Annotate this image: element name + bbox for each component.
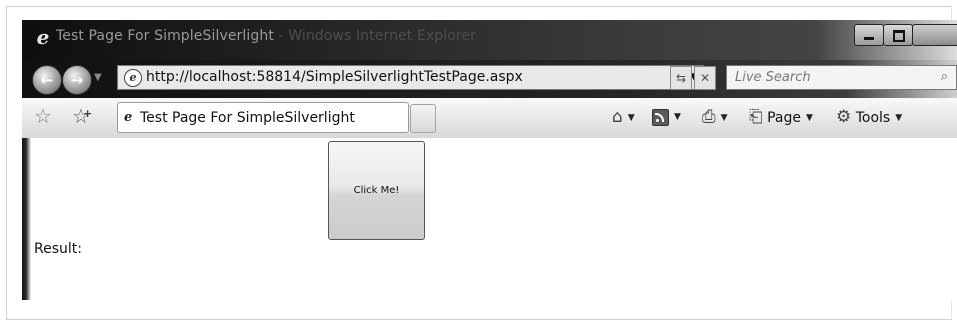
gear-icon: ⚙ [836, 107, 852, 127]
home-dropdown-icon[interactable]: ▼ [628, 113, 635, 123]
forward-arrow-icon: → [70, 71, 84, 89]
page-menu-dropdown-icon: ▼ [805, 113, 813, 123]
window-title: Test Page For SimpleSilverlight - Window… [56, 28, 476, 44]
tools-menu-button[interactable]: ⚙ Tools ▼ [836, 105, 902, 129]
close-button[interactable] [912, 24, 957, 46]
search-icon[interactable]: ⌕ [941, 69, 948, 84]
stop-icon: ✕ [699, 71, 711, 85]
search-placeholder: Live Search [735, 70, 811, 85]
minimize-button[interactable] [854, 24, 884, 46]
window-edge-shadow [22, 138, 31, 300]
click-me-button[interactable]: Click Me! [328, 141, 425, 240]
title-bar: e Test Page For SimpleSilverlight - Wind… [22, 20, 957, 60]
ie-logo-icon: e [36, 25, 50, 49]
new-tab-button[interactable] [410, 104, 436, 133]
refresh-button[interactable]: ⇆ [670, 66, 692, 90]
tools-menu-label: Tools [855, 110, 891, 126]
feeds-dropdown-icon[interactable]: ▼ [674, 112, 681, 122]
search-input[interactable]: Live Search ⌕ [726, 65, 957, 90]
tab-page-icon: e [124, 110, 133, 125]
browser-window: e Test Page For SimpleSilverlight - Wind… [22, 20, 957, 300]
address-bar[interactable]: e http://localhost:58814/SimpleSilverlig… [117, 65, 704, 90]
print-dropdown-icon[interactable]: ▼ [721, 113, 728, 123]
command-tab-bar: ☆ ☆ e Test Page For SimpleSilverlight ⌂▼… [22, 98, 957, 139]
click-me-label: Click Me! [353, 185, 400, 196]
home-button[interactable]: ⌂ ▼ [612, 105, 635, 129]
tab-label: Test Page For SimpleSilverlight [140, 110, 355, 126]
address-url[interactable]: http://localhost:58814/SimpleSilverlight… [146, 69, 523, 85]
forward-button[interactable]: → [62, 65, 92, 95]
add-favorites-icon[interactable]: ☆ [72, 104, 92, 126]
home-icon: ⌂ [612, 107, 623, 127]
maximize-button[interactable] [883, 24, 913, 46]
recent-pages-dropdown[interactable]: ▼ [94, 72, 102, 83]
tools-menu-dropdown-icon: ▼ [895, 113, 903, 123]
feeds-icon [652, 108, 669, 126]
refresh-icon: ⇆ [675, 71, 687, 85]
back-button[interactable]: ← [32, 65, 62, 95]
page-icon: ⎗ [749, 107, 763, 127]
page-content [22, 138, 957, 300]
page-menu-button[interactable]: ⎗ Page ▼ [749, 105, 813, 129]
feeds-button[interactable]: ▼ [652, 105, 681, 129]
printer-icon: ⎙ [702, 107, 716, 127]
tab-current[interactable]: e Test Page For SimpleSilverlight [117, 102, 409, 133]
page-icon: e [124, 69, 142, 87]
navigation-bar: ← → ▼ e http://localhost:58814/SimpleSil… [22, 60, 957, 98]
stop-button[interactable]: ✕ [694, 66, 716, 90]
page-menu-label: Page [767, 110, 801, 126]
result-label: Result: [34, 241, 82, 257]
favorites-star-icon[interactable]: ☆ [34, 106, 52, 126]
print-button[interactable]: ⎙ ▼ [702, 105, 728, 129]
back-arrow-icon: ← [40, 71, 54, 89]
